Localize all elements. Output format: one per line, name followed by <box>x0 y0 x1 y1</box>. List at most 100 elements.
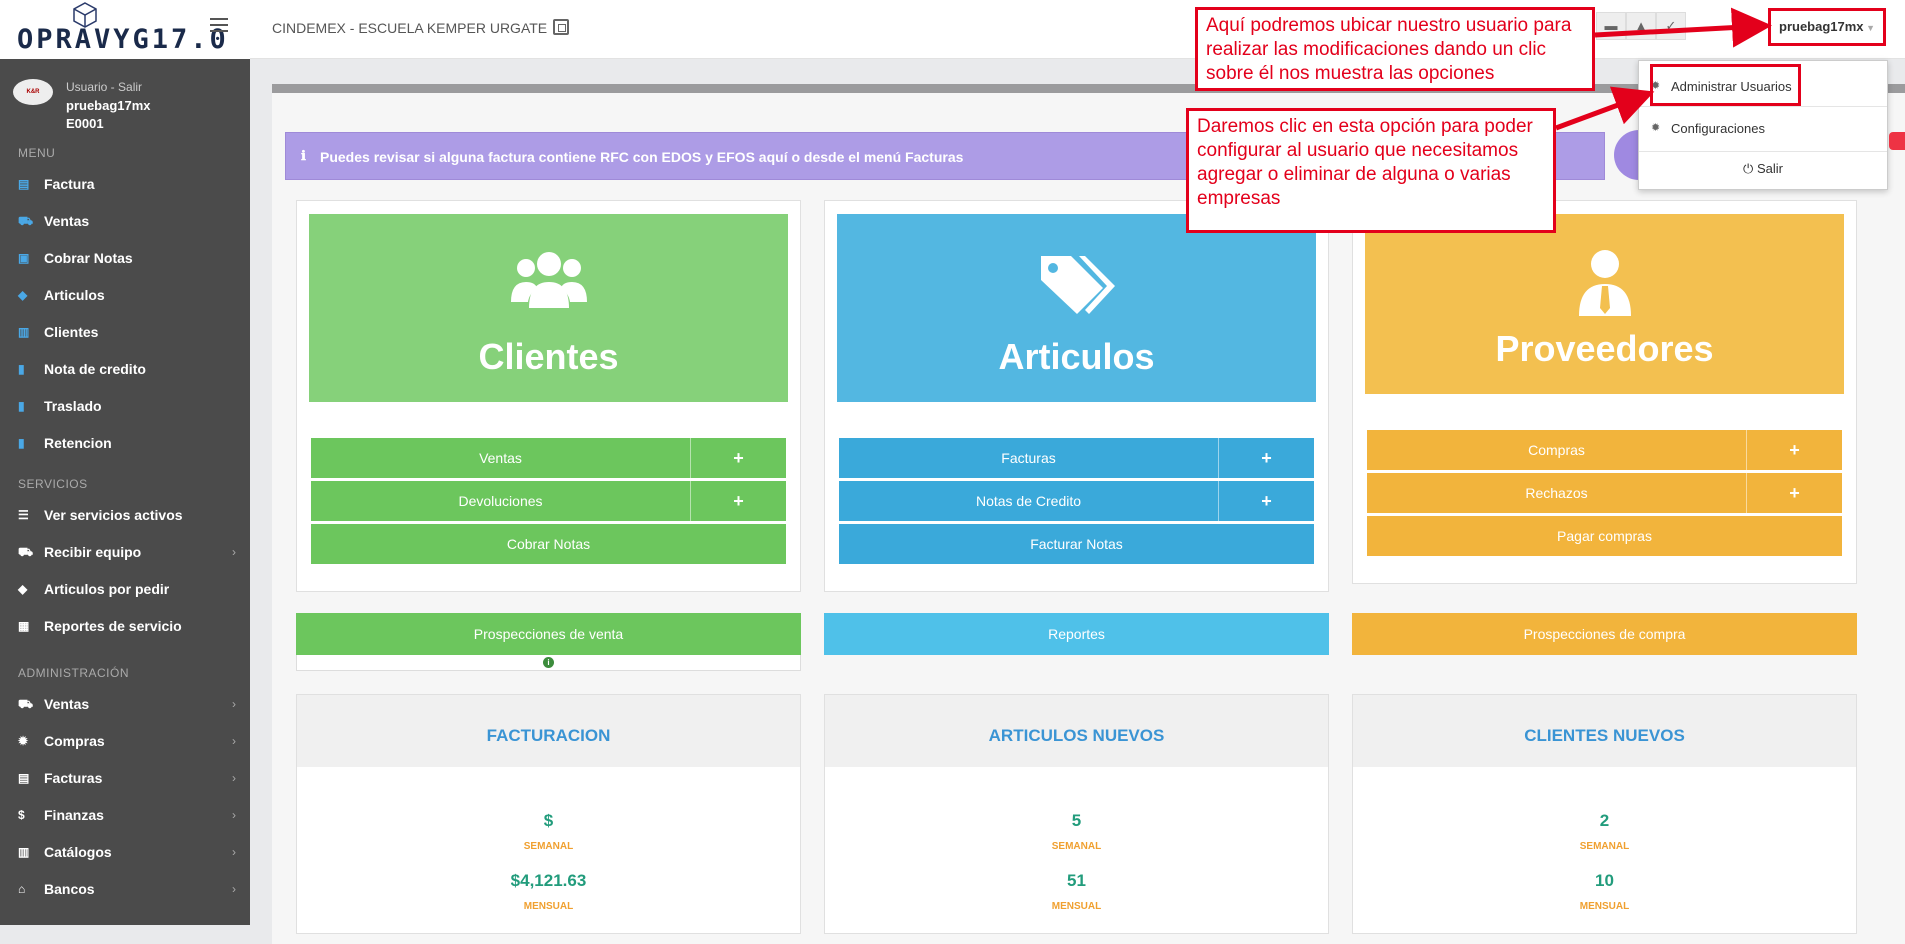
sidebar-item-label: Finanzas <box>44 807 104 823</box>
devoluciones-button[interactable]: Devoluciones + <box>311 481 786 521</box>
hamburger-menu-icon[interactable] <box>210 18 228 32</box>
users-icon <box>510 252 587 308</box>
button-label: Facturas <box>839 438 1219 478</box>
book-icon: ▥ <box>18 845 30 859</box>
salir-item[interactable]: ⏻ Salir <box>1639 161 1887 177</box>
sidebar-item-articulos[interactable]: ◆ Articulos <box>0 280 250 310</box>
card-clientes: Clientes Ventas + Devoluciones + Cobrar No… <box>296 200 801 592</box>
card-articulos: Articulos Facturas + Notas de Credito + Fa… <box>824 200 1329 592</box>
bell-icon[interactable]: ◔ <box>1730 12 1750 36</box>
plus-icon[interactable]: + <box>1747 473 1842 513</box>
stat-title: FACTURACION <box>297 695 800 767</box>
button-label: Ventas <box>311 438 691 478</box>
section-servicios: SERVICIOS <box>18 477 88 491</box>
prospecciones-venta-button[interactable]: Prospecciones de venta <box>296 613 801 655</box>
hero-articulos[interactable]: Articulos <box>837 214 1316 402</box>
bank-icon: ⌂ <box>18 882 26 896</box>
sidebar-item-label: Catálogos <box>44 844 112 860</box>
pagar-compras-button[interactable]: Pagar compras <box>1367 516 1842 556</box>
hero-title: Clientes <box>478 336 619 377</box>
sidebar-item-traslado[interactable]: ▮ Traslado <box>0 391 250 421</box>
configuraciones-item[interactable]: ✹ Configuraciones <box>1639 121 1887 136</box>
button-label: Compras <box>1367 430 1747 470</box>
dollar-icon: $ <box>18 808 25 822</box>
plus-icon[interactable]: + <box>1219 481 1314 521</box>
sidebar-item-label: Cobrar Notas <box>44 250 133 266</box>
notas-credito-button[interactable]: Notas de Credito + <box>839 481 1314 521</box>
chevron-right-icon: › <box>232 734 236 748</box>
stat-value-semanal: $ <box>543 811 554 830</box>
stat-label-mensual: MENSUAL <box>523 901 574 912</box>
compras-button[interactable]: Compras + <box>1367 430 1842 470</box>
sidebar-item-admin-ventas[interactable]: ⛟ Ventas › <box>0 689 250 719</box>
chevron-right-icon: › <box>232 771 236 785</box>
stat-label-semanal: SEMANAL <box>1051 841 1102 852</box>
tag-icon: ◆ <box>18 288 28 302</box>
sidebar-item-retencion[interactable]: ▮ Retencion <box>0 428 250 458</box>
truck-icon: ⛟ <box>18 545 34 559</box>
hero-proveedores[interactable]: Proveedores <box>1365 214 1844 394</box>
sidebar-item-label: Retencion <box>44 435 112 451</box>
plus-icon[interactable]: + <box>1747 430 1842 470</box>
sidebar-item-label: Compras <box>44 733 105 749</box>
hero-clientes[interactable]: Clientes <box>309 214 788 402</box>
plus-icon[interactable]: + <box>1219 438 1314 478</box>
folder-icon[interactable]: ▬ <box>1596 12 1626 40</box>
user-salir-link[interactable]: Usuario - Salir <box>66 80 142 94</box>
button-label: Pagar compras <box>1557 528 1652 544</box>
chevron-right-icon: › <box>232 808 236 822</box>
sidebar-item-admin-catalogos[interactable]: ▥ Catálogos › <box>0 837 250 867</box>
sidebar: K&R Usuario - Salir pruebag17mx E0001 ME… <box>0 59 250 925</box>
sidebar-item-admin-finanzas[interactable]: $ Finanzas › <box>0 800 250 830</box>
check-icon[interactable]: ✓ <box>1656 12 1686 40</box>
home-icon[interactable]: ▲ <box>1626 12 1656 40</box>
sidebar-item-cobrar-notas[interactable]: ▣ Cobrar Notas <box>0 243 250 273</box>
sidebar-item-clientes[interactable]: ▥ Clientes <box>0 317 250 347</box>
sidebar-item-reportes-servicio[interactable]: ▦ Reportes de servicio <box>0 611 250 641</box>
fullscreen-icon[interactable] <box>553 19 569 35</box>
facturas-button[interactable]: Facturas + <box>839 438 1314 478</box>
sidebar-item-label: Bancos <box>44 881 95 897</box>
plus-icon[interactable]: + <box>691 438 786 478</box>
money-icon: ▣ <box>18 251 30 265</box>
sidebar-item-admin-bancos[interactable]: ⌂ Bancos › <box>0 874 250 904</box>
power-icon: ⏻ <box>1743 161 1757 176</box>
sidebar-item-articulos-pedir[interactable]: ◆ Articulos por pedir <box>0 574 250 604</box>
reportes-button[interactable]: Reportes <box>824 613 1329 655</box>
dropdown-label: Configuraciones <box>1671 121 1765 136</box>
user-tie-icon <box>1578 250 1631 316</box>
avatar: K&R <box>13 79 53 105</box>
prospecciones-compra-button[interactable]: Prospecciones de compra <box>1352 613 1857 655</box>
sidebar-user[interactable]: K&R Usuario - Salir pruebag17mx E0001 <box>10 77 246 147</box>
stat-value-mensual: 10 <box>1595 871 1614 890</box>
info-icon[interactable]: i <box>543 657 554 668</box>
ventas-button[interactable]: Ventas + <box>311 438 786 478</box>
facturar-notas-button[interactable]: Facturar Notas <box>839 524 1314 564</box>
top-buttons: ▬ ▲ ✓ <box>1596 12 1686 40</box>
chevron-right-icon: › <box>232 845 236 859</box>
sidebar-item-ventas[interactable]: ⛟ Ventas <box>0 206 250 236</box>
highlight-admin-usuarios <box>1650 64 1801 106</box>
button-label: Devoluciones <box>311 481 691 521</box>
sidebar-item-recibir-equipo[interactable]: ⛟ Recibir equipo › <box>0 537 250 567</box>
hero-title: Proveedores <box>1495 328 1714 369</box>
rechazos-button[interactable]: Rechazos + <box>1367 473 1842 513</box>
sidebar-item-nota-credito[interactable]: ▮ Nota de credito <box>0 354 250 384</box>
bar-chart-icon: ▦ <box>18 619 30 633</box>
sidebar-item-ver-servicios[interactable]: ☰ Ver servicios activos <box>0 500 250 530</box>
sidebar-item-label: Articulos <box>44 287 105 303</box>
hero-title: Articulos <box>998 336 1155 377</box>
address-book-icon: ▥ <box>18 325 30 339</box>
sidebar-item-factura[interactable]: ▤ Factura <box>0 169 250 199</box>
company-name: CINDEMEX - ESCUELA KEMPER URGATE <box>272 20 548 36</box>
sidebar-item-label: Factura <box>44 176 95 192</box>
sidebar-item-label: Articulos por pedir <box>44 581 170 597</box>
user-menu-button[interactable]: pruebag17mx ▼ <box>1768 8 1886 46</box>
plus-icon[interactable]: + <box>691 481 786 521</box>
stat-label-semanal: SEMANAL <box>523 841 574 852</box>
sidebar-item-admin-compras[interactable]: ✹ Compras › <box>0 726 250 756</box>
sidebar-item-admin-facturas[interactable]: ▤ Facturas › <box>0 763 250 793</box>
document-icon: ▤ <box>18 771 30 785</box>
chevron-right-icon: › <box>232 697 236 711</box>
cobrar-notas-button[interactable]: Cobrar Notas <box>311 524 786 564</box>
